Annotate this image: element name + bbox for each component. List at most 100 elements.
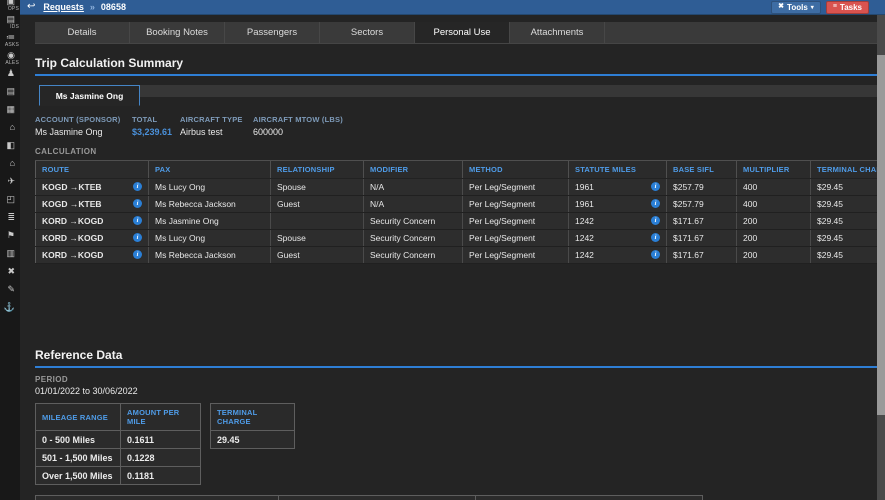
miles-cell: 1242 i: [568, 229, 667, 247]
info-icon[interactable]: i: [133, 199, 142, 208]
col-method: METHOD: [462, 160, 569, 179]
info-icon[interactable]: i: [651, 233, 660, 242]
relationship-cell: Spouse: [270, 229, 364, 247]
info-icon[interactable]: i: [133, 250, 142, 259]
tools-button-label: Tools: [787, 2, 808, 12]
sidebar-item-bids[interactable]: ▤ IDS: [0, 14, 20, 31]
terminal-cell: $29.45: [810, 212, 877, 230]
account-sponsor-value: Ms Jasmine Ong: [35, 127, 103, 137]
info-icon[interactable]: i: [133, 233, 142, 242]
amount-cell: 0.1611: [120, 430, 201, 449]
briefcase-icon: ▦: [6, 104, 15, 114]
breadcrumb-requests-link[interactable]: Requests: [43, 2, 84, 12]
aircraft-type-field: AIRCRAFT TYPE Airbus test: [180, 115, 253, 137]
tab-bar: Details Booking Notes Passengers Sectors…: [35, 22, 877, 44]
calculation-header-row: ROUTE PAX RELATIONSHIP MODIFIER METHOD S…: [35, 160, 877, 179]
personal-use-content: Trip Calculation Summary Ms Jasmine Ong …: [20, 56, 877, 500]
col-base-sifl: BASE SIFL: [666, 160, 737, 179]
col-terminal-charge: TERMINAL CHARGE: [210, 403, 295, 431]
info-icon[interactable]: i: [651, 216, 660, 225]
total-field: TOTAL $3,239.61: [132, 115, 180, 137]
tab-personal-use[interactable]: Personal Use: [415, 22, 510, 43]
info-icon[interactable]: i: [133, 216, 142, 225]
terminal-header-row: TERMINAL CHARGE: [210, 403, 295, 431]
modifier-cell: Security Concern: [363, 229, 463, 247]
relationship-cell: Spouse: [270, 178, 364, 196]
modifier-cell: Security Concern: [363, 212, 463, 230]
bids-icon: ▤: [6, 14, 15, 24]
reference-data-title: Reference Data: [35, 348, 877, 368]
total-label: TOTAL: [132, 115, 158, 124]
scrollbar-thumb[interactable]: [877, 55, 885, 415]
chevron-down-icon: ▾: [810, 4, 814, 11]
info-icon[interactable]: i: [651, 182, 660, 191]
sifl-cell: $171.67: [666, 246, 737, 264]
mileage-table: MILEAGE RANGE AMOUNT PER MILE 0 - 500 Mi…: [35, 403, 201, 485]
multiplier-cell: 400: [736, 195, 811, 213]
sidebar-label-ops: OPS: [7, 6, 19, 12]
sidebar-item-hotel[interactable]: ⌂: [0, 158, 20, 175]
tab-passengers[interactable]: Passengers: [225, 22, 320, 43]
total-value-link[interactable]: $3,239.61: [132, 127, 180, 137]
passenger-tab-jasmine-ong[interactable]: Ms Jasmine Ong: [39, 85, 140, 106]
sidebar-item-flag[interactable]: ⚑: [0, 230, 20, 247]
terminal-cell: $29.45: [810, 246, 877, 264]
pax-cell: Ms Lucy Ong: [148, 229, 271, 247]
info-icon[interactable]: i: [651, 250, 660, 259]
back-icon[interactable]: ↩: [27, 0, 35, 14]
sidebar-item-tasks[interactable]: ≔ ASKS: [0, 32, 20, 49]
multiplier-cell: 200: [736, 246, 811, 264]
sidebar-item-crew[interactable]: ♟: [0, 68, 20, 85]
info-icon[interactable]: i: [133, 182, 142, 191]
multiplier-cell: 200: [736, 229, 811, 247]
pax-cell: Ms Jasmine Ong: [148, 212, 271, 230]
sidebar-item-services[interactable]: ✎: [0, 284, 20, 301]
pax-cell: Ms Rebecca Jackson: [148, 195, 271, 213]
aircraft-mtow-label: AIRCRAFT MTOW (LBS): [253, 115, 343, 124]
sidebar-item-anchor[interactable]: ⚓: [0, 302, 20, 319]
aircraft-mtow-field: AIRCRAFT MTOW (LBS) 600000: [253, 115, 343, 137]
tab-details[interactable]: Details: [35, 22, 130, 43]
fuel-icon: ◧: [6, 140, 15, 150]
sidebar-item-sales[interactable]: ◉ ALES: [0, 50, 20, 67]
col-mileage-range: MILEAGE RANGE: [35, 403, 121, 431]
tab-booking-notes[interactable]: Booking Notes: [130, 22, 225, 43]
tab-attachments[interactable]: Attachments: [510, 22, 605, 43]
table-row: KORD →KOGD i Ms Jasmine Ong Security Conc…: [35, 212, 877, 230]
sidebar-item-fuel[interactable]: ◧: [0, 140, 20, 157]
sidebar-item-chart[interactable]: ▥: [0, 248, 20, 265]
passenger-tab-strip: [140, 85, 877, 97]
sidebar-item-checklist[interactable]: ≣: [0, 212, 20, 229]
sidebar-item-hangar[interactable]: ◰: [0, 194, 20, 211]
chart-icon: ▥: [6, 248, 15, 258]
relationship-cell: Guest: [270, 246, 364, 264]
hangar-icon: ◰: [6, 194, 15, 204]
route-cell: KOGD →KTEB i: [35, 195, 149, 213]
mileage-range-cell: Over 1,500 Miles: [35, 466, 121, 485]
sidebar-item-ops[interactable]: ▣ OPS: [0, 0, 20, 13]
method-cell: Per Leg/Segment: [462, 229, 569, 247]
table-row: Over 1,500 Miles 0.1181: [35, 466, 201, 485]
sidebar-item-accounts[interactable]: ▤: [0, 86, 20, 103]
anchor-icon: ⚓: [3, 302, 15, 312]
info-icon[interactable]: i: [651, 199, 660, 208]
aircraft-type-value: Airbus test: [180, 127, 223, 137]
sidebar-item-company[interactable]: ⌂: [0, 122, 20, 139]
tools-icon: ✖: [778, 3, 785, 10]
account-sponsor-label: ACCOUNT (SPONSOR): [35, 115, 121, 124]
tasks-button[interactable]: ≡ Tasks: [825, 0, 869, 14]
mileage-range-cell: 0 - 500 Miles: [35, 430, 121, 449]
tools-button[interactable]: ✖ Tools ▾: [771, 0, 821, 14]
route-cell: KORD →KOGD i: [35, 212, 149, 230]
vertical-scrollbar[interactable]: [877, 15, 885, 500]
sidebar: ▣ OPS ▤ IDS ≔ ASKS ◉ ALES ♟ ▤ ▦ ⌂ ◧ ⌂ ✈ …: [0, 0, 20, 500]
trip-calculation-summary-title: Trip Calculation Summary: [35, 56, 877, 76]
sidebar-item-aircraft[interactable]: ✈: [0, 176, 20, 193]
modifier-cell: N/A: [363, 195, 463, 213]
tab-sectors[interactable]: Sectors: [320, 22, 415, 43]
col-statute-miles: STATUTE MILES: [568, 160, 667, 179]
calculation-label: CALCULATION: [35, 147, 97, 156]
sidebar-item-briefcase[interactable]: ▦: [0, 104, 20, 121]
checklist-icon: ≣: [7, 212, 15, 222]
sidebar-item-maintenance[interactable]: ✖: [0, 266, 20, 283]
